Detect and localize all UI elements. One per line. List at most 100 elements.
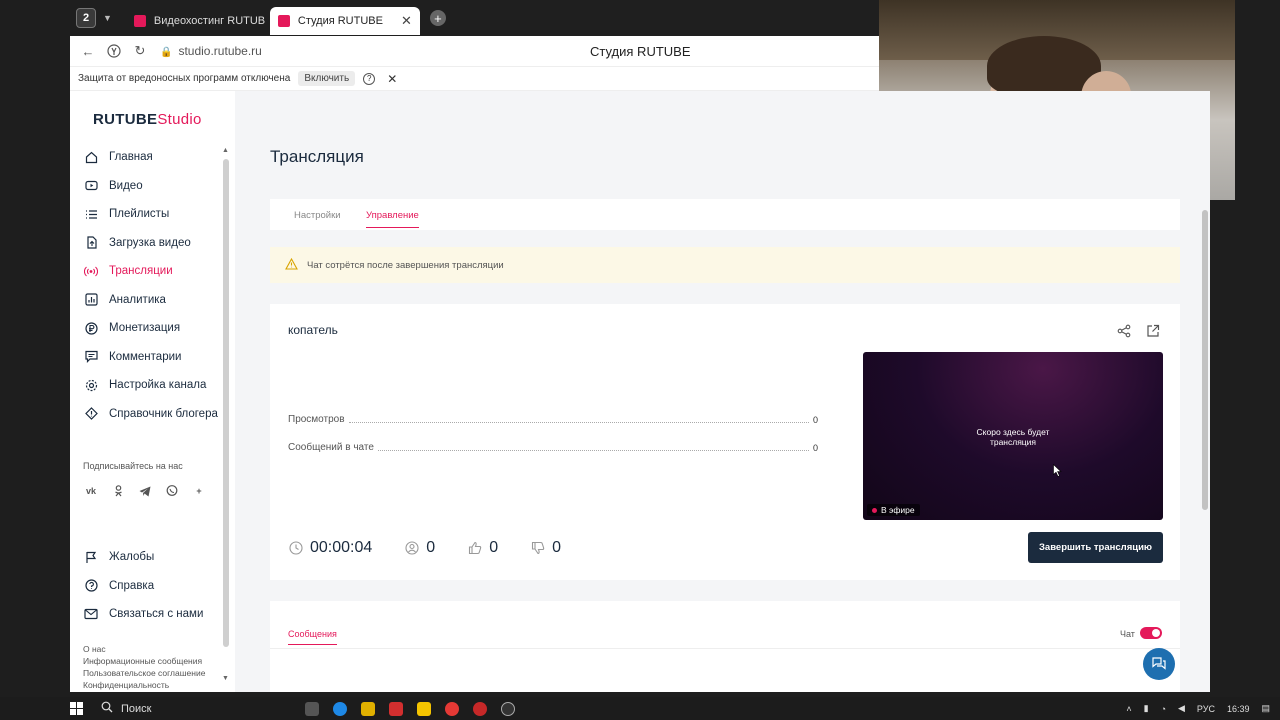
stream-preview-player[interactable]: Скоро здесь будет трансляция В эфире <box>863 352 1163 520</box>
opera-browser-icon[interactable] <box>473 701 487 716</box>
end-broadcast-button[interactable]: Завершить трансляцию <box>1028 532 1163 563</box>
sidebar-item-video[interactable]: Видео <box>84 172 218 201</box>
volume-icon[interactable]: ◀ <box>1178 703 1185 714</box>
url-text: studio.rutube.ru <box>178 44 262 58</box>
lock-icon: 🔒 <box>160 47 173 58</box>
url-field[interactable]: 🔒 studio.rutube.ru <box>160 44 262 58</box>
footer-link-about[interactable]: О нас <box>83 643 205 655</box>
tab-management[interactable]: Управление <box>366 210 419 228</box>
logo-sub-text: Studio <box>157 111 202 128</box>
sidebar: RUTUBEStudio Главная Видео Плейлисты Заг… <box>70 91 235 692</box>
address-bar: ← ↻ 🔒 studio.rutube.ru Студия RUTUBE <box>70 36 879 67</box>
file-explorer-icon[interactable] <box>361 701 375 716</box>
enable-protection-button[interactable]: Включить <box>298 71 356 86</box>
new-tab-plus-icon[interactable]: + <box>429 10 446 26</box>
metric-viewers: 0 <box>405 539 435 557</box>
video-icon <box>84 179 98 193</box>
sidebar-item-channel-settings[interactable]: Настройка канала <box>84 371 218 400</box>
yandex-icon[interactable] <box>106 43 122 59</box>
metric-dislikes: 0 <box>531 539 561 557</box>
windows-start-icon[interactable] <box>70 702 83 715</box>
broadcast-icon <box>84 264 98 278</box>
scroll-down-arrow-icon[interactable]: ▼ <box>222 675 229 682</box>
sidebar-item-home[interactable]: Главная <box>84 143 218 172</box>
close-icon[interactable]: ✕ <box>401 13 412 29</box>
thumbs-down-icon <box>531 541 545 555</box>
tab-rutube-studio[interactable]: Студия RUTUBE ✕ <box>269 7 420 35</box>
obs-icon[interactable] <box>501 701 515 716</box>
footer-link-user-agreement[interactable]: Пользовательское соглашение <box>83 667 205 679</box>
chevron-up-icon[interactable]: ˄ <box>1126 704 1131 714</box>
sidebar-item-label: Настройка канала <box>109 379 207 392</box>
vk-icon[interactable]: vk <box>83 483 99 499</box>
footer-link-info-messages[interactable]: Информационные сообщения <box>83 655 205 667</box>
sidebar-item-comments[interactable]: Комментарии <box>84 343 218 372</box>
lock-app-icon[interactable] <box>417 701 431 716</box>
telegram-icon[interactable] <box>137 483 153 499</box>
windows-taskbar: Поиск ˄ ▮ ◔ ◀ РУС 16:39 ▤ <box>0 697 1280 720</box>
scroll-up-arrow-icon[interactable]: ▲ <box>222 147 229 154</box>
sidebar-item-label: Справочник блогера <box>109 407 218 420</box>
sidebar-item-broadcasts[interactable]: Трансляции <box>84 257 218 286</box>
network-icon[interactable]: ◔ <box>1161 704 1166 714</box>
sidebar-bottom-menu: Жалобы Справка Связаться с нами <box>84 543 203 629</box>
sidebar-scrollbar[interactable]: ▲ ▼ <box>222 147 230 687</box>
dotted-leader <box>348 422 809 423</box>
chat-card: Сообщения Чат <box>270 601 1180 692</box>
support-chat-icon[interactable] <box>1143 648 1175 680</box>
yandex-browser-icon[interactable] <box>389 701 403 716</box>
reload-icon[interactable]: ↻ <box>132 43 148 59</box>
stream-name: копатель <box>288 323 338 337</box>
ok-icon[interactable] <box>110 483 126 499</box>
player-line-2: трансляция <box>989 437 1037 447</box>
dotted-leader <box>377 450 809 451</box>
browser-tab-bar: 2 ▼ Видеохостинг RUTUBE. С Студия RUTUBE… <box>70 0 879 36</box>
sidebar-item-analytics[interactable]: Аналитика <box>84 286 218 315</box>
close-icon[interactable]: ✕ <box>387 72 397 86</box>
mouse-cursor-icon <box>1053 463 1062 480</box>
external-link-icon[interactable] <box>1146 324 1160 343</box>
comments-icon <box>84 350 98 364</box>
tab-counter-badge[interactable]: 2 <box>76 8 96 28</box>
question-icon[interactable]: ? <box>363 72 376 85</box>
viewer-icon <box>405 541 419 555</box>
tab-settings[interactable]: Настройки <box>294 210 341 221</box>
sidebar-scroll-thumb[interactable] <box>223 159 229 647</box>
task-view-icon[interactable] <box>305 701 319 716</box>
sidebar-item-upload[interactable]: Загрузка видео <box>84 229 218 258</box>
share-icon[interactable] <box>1117 324 1131 343</box>
chat-toggle[interactable] <box>1140 627 1162 639</box>
chevron-down-icon[interactable]: ▼ <box>103 13 112 23</box>
metric-duration: 00:00:04 <box>289 539 372 557</box>
tab-messages[interactable]: Сообщения <box>288 629 337 645</box>
sidebar-item-monetization[interactable]: Монетизация <box>84 314 218 343</box>
clock-time[interactable]: 16:39 <box>1227 704 1250 714</box>
footer-link-privacy[interactable]: Конфиденциальность <box>83 679 205 691</box>
language-indicator[interactable]: РУС <box>1197 704 1215 714</box>
tab-rutube-hosting[interactable]: Видеохостинг RUTUBE. С <box>126 7 266 35</box>
chat-toggle-label: Чат <box>1120 629 1135 639</box>
likes-value: 0 <box>489 539 499 556</box>
sidebar-item-label: Связаться с нами <box>109 608 204 621</box>
battery-icon[interactable]: ▮ <box>1144 703 1149 714</box>
sidebar-item-contact[interactable]: Связаться с нами <box>84 600 203 629</box>
warning-triangle-icon <box>285 257 298 273</box>
stat-value: 0 <box>812 442 818 453</box>
yandex-app-icon[interactable] <box>445 701 459 716</box>
sidebar-item-blogger-guide[interactable]: Справочник блогера <box>84 400 218 429</box>
viber-icon[interactable] <box>164 483 180 499</box>
more-socials-plus-icon[interactable]: + <box>191 483 207 499</box>
back-arrow-icon[interactable]: ← <box>80 43 96 59</box>
sidebar-item-playlists[interactable]: Плейлисты <box>84 200 218 229</box>
desktop-background <box>1210 200 1280 692</box>
edge-browser-icon[interactable] <box>333 701 347 716</box>
sidebar-item-help[interactable]: Справка <box>84 572 203 601</box>
sidebar-item-complaints[interactable]: Жалобы <box>84 543 203 572</box>
sidebar-item-label: Плейлисты <box>109 208 170 221</box>
rutube-studio-logo[interactable]: RUTUBEStudio <box>93 111 202 128</box>
sidebar-item-label: Трансляции <box>109 265 173 278</box>
taskbar-search[interactable]: Поиск <box>101 701 291 716</box>
page-scrollbar[interactable] <box>1200 200 1210 692</box>
notifications-icon[interactable]: ▤ <box>1261 703 1270 714</box>
page-scroll-thumb[interactable] <box>1202 210 1208 510</box>
